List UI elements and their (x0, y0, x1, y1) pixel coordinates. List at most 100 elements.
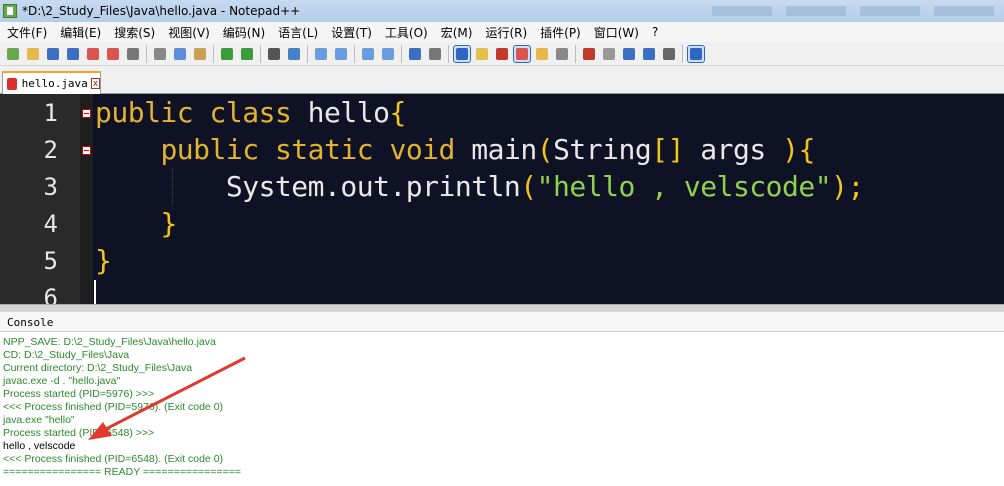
line-number: 4 (43, 210, 58, 238)
code-token: } (95, 244, 112, 277)
zoom-in-icon[interactable] (313, 46, 329, 62)
tab-close-icon[interactable]: x (90, 78, 100, 89)
fold-collapse-icon[interactable] (82, 109, 91, 118)
line-number: 6 (43, 284, 58, 304)
copy-icon[interactable] (172, 46, 188, 62)
cut-icon[interactable] (152, 46, 168, 62)
panel-splitter[interactable] (0, 304, 1004, 312)
code-line: } (95, 205, 177, 242)
folder-icon[interactable] (534, 46, 550, 62)
code-token: void (389, 133, 455, 166)
code-token: hello (291, 96, 390, 129)
window-title: *D:\2_Study_Files\Java\hello.java - Note… (22, 4, 301, 18)
code-token: ); (831, 170, 864, 203)
text-caret (94, 280, 96, 304)
redo-icon[interactable] (239, 46, 255, 62)
paste-icon[interactable] (192, 46, 208, 62)
toolbar-separator (575, 44, 576, 63)
sync-vertical-icon[interactable] (360, 46, 376, 62)
code-token: ( (536, 133, 554, 166)
code-token: class (209, 96, 292, 129)
menu-item-6[interactable]: 设置(T) (324, 24, 378, 41)
line-number: 3 (43, 173, 58, 201)
function-list-icon[interactable] (494, 46, 510, 62)
code-token: String (553, 133, 652, 166)
menu-item-10[interactable]: 插件(P) (533, 24, 587, 41)
code-token: args (683, 133, 783, 166)
fold-collapse-icon[interactable] (82, 146, 91, 155)
menu-item-1[interactable]: 编辑(E) (53, 24, 107, 41)
code-line: public static void main(String[] args ){ (95, 131, 815, 168)
word-wrap-icon[interactable] (407, 46, 423, 62)
menu-item-5[interactable]: 语言(L) (271, 24, 324, 41)
menu-item-2[interactable]: 搜索(S) (107, 24, 161, 41)
line-number: 5 (43, 247, 58, 275)
code-token: } (160, 207, 177, 240)
save-all-icon[interactable] (65, 46, 81, 62)
code-line: System.out.println("hello , velscode"); (95, 168, 864, 205)
console-title: Console (7, 316, 54, 329)
code-token: System.out.println (95, 170, 521, 203)
run-macro-multiple-icon[interactable] (641, 46, 657, 62)
undo-icon[interactable] (219, 46, 235, 62)
lang-icon[interactable] (474, 46, 490, 62)
toolbar-separator (448, 44, 449, 63)
indent-guide-icon[interactable] (453, 44, 471, 63)
background-window-tabs (712, 6, 1004, 16)
title-bar: *D:\2_Study_Files\Java\hello.java - Note… (0, 0, 1004, 22)
code-token: public (160, 133, 259, 166)
line-number: 2 (43, 136, 58, 164)
toolbar-separator (146, 44, 147, 63)
arrow-shaft (99, 356, 246, 434)
code-token: [] (651, 133, 684, 166)
code-line: } (95, 242, 112, 279)
console-toggle-icon[interactable] (687, 44, 705, 63)
code-token: { (798, 133, 815, 166)
new-file-icon[interactable] (5, 46, 21, 62)
code-token: ( (520, 170, 537, 203)
menu-item-4[interactable]: 编码(N) (216, 24, 271, 41)
doc-map-icon[interactable] (513, 44, 531, 63)
tab-label: hello.java (21, 77, 88, 90)
print-icon[interactable] (125, 46, 141, 62)
toolbar-separator (213, 44, 214, 63)
save-macro-icon[interactable] (661, 46, 677, 62)
record-macro-icon[interactable] (581, 46, 597, 62)
menu-item-9[interactable]: 运行(R) (478, 24, 533, 41)
menu-item-11[interactable]: 窗口(W) (587, 24, 645, 41)
menu-item-8[interactable]: 宏(M) (434, 24, 479, 41)
stop-macro-icon[interactable] (601, 46, 617, 62)
find-icon[interactable] (266, 46, 282, 62)
code-token: main (454, 133, 537, 166)
menu-item-3[interactable]: 视图(V) (161, 24, 216, 41)
play-macro-icon[interactable] (621, 46, 637, 62)
code-token: "hello , velscode" (536, 170, 832, 203)
show-all-chars-icon[interactable] (427, 46, 443, 62)
notepadpp-app-icon (3, 4, 17, 18)
code-editor[interactable]: 1 2 3 4 5 6 public class hello{ public static … (0, 94, 1004, 304)
save-icon[interactable] (45, 46, 61, 62)
tab-hello-java[interactable]: hello.java x (2, 71, 101, 94)
toolbar-separator (354, 44, 355, 63)
tab-bar: hello.java x (0, 66, 1004, 94)
menu-item-0[interactable]: 文件(F) (0, 24, 53, 41)
menu-item-7[interactable]: 工具(O) (378, 24, 434, 41)
menu-bar: 文件(F) 编辑(E) 搜索(S) 视图(V) 编码(N) 语言(L) 设置(T) 工具(O)… (0, 22, 1004, 42)
monitor-icon[interactable] (554, 46, 570, 62)
close-all-icon[interactable] (105, 46, 121, 62)
zoom-out-icon[interactable] (333, 46, 349, 62)
open-file-icon[interactable] (25, 46, 41, 62)
toolbar (0, 42, 1004, 66)
code-token: static (274, 133, 374, 166)
close-icon[interactable] (85, 46, 101, 62)
console-output[interactable]: ================ READY ================ <… (0, 332, 1004, 486)
sync-horizontal-icon[interactable] (380, 46, 396, 62)
menu-item-12[interactable]: ? (645, 25, 664, 39)
replace-icon[interactable] (286, 46, 302, 62)
toolbar-separator (401, 44, 402, 63)
arrow-head (88, 422, 112, 440)
